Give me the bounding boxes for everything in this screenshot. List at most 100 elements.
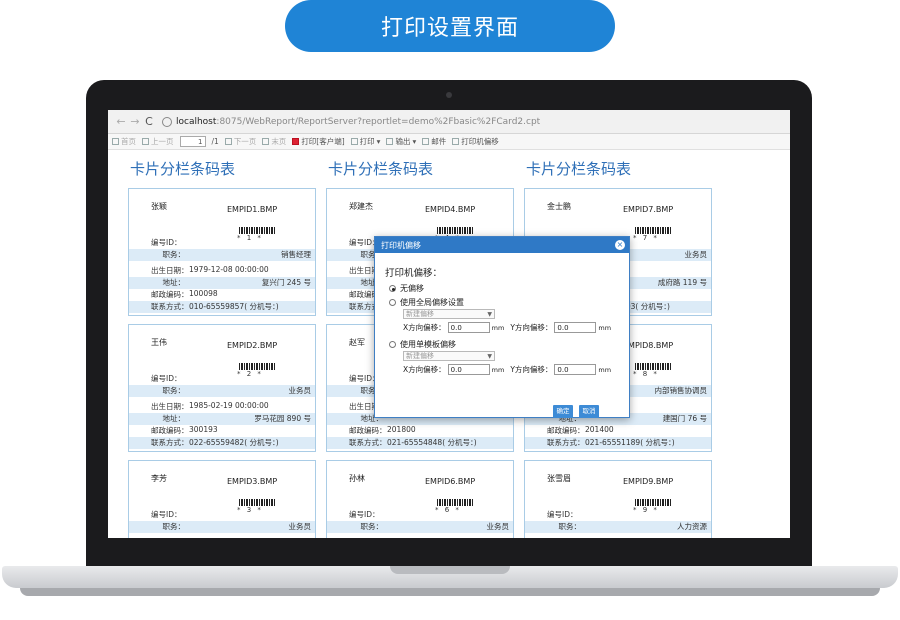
radio-global-offset[interactable] — [389, 299, 396, 306]
card-name: 金士鹏 — [547, 202, 571, 211]
card-value: 1989-07-02 00:00:00 — [585, 537, 665, 538]
first-page-label: 首页 — [121, 137, 136, 146]
card-name: 张颖 — [151, 202, 167, 211]
radio-no-offset[interactable] — [389, 285, 396, 292]
global-y-offset-input[interactable]: 0.0 — [554, 322, 597, 333]
card-label: 出生日期： — [349, 537, 387, 538]
card-label: 职务： — [162, 522, 186, 531]
url-path: :8075/WebReport/ReportServer?reportlet=d… — [216, 116, 541, 127]
single-offset-select[interactable]: 新建偏移 ▼ — [403, 351, 495, 361]
report-toolbar: 首页 上一页 1 /1 下一页 末页 打印[客户端] 打印 ▾ 输出 ▾ 邮件 打印… — [108, 134, 790, 150]
option-global-offset[interactable]: 使用全局偏移设置 — [389, 297, 464, 308]
back-button[interactable]: ← — [114, 115, 128, 128]
first-page-button[interactable]: 首页 — [112, 136, 136, 147]
card-label: 地址： — [162, 414, 186, 423]
print-button[interactable]: 打印 ▾ — [350, 136, 380, 147]
card-value: 021-65551189( 分机号：) — [585, 438, 675, 447]
card-label: 职务： — [360, 522, 384, 531]
card-value: 021-65554848( 分机号：) — [387, 438, 477, 447]
card-row-contact: 联系方式： 022-65559482( 分机号：) — [129, 437, 315, 449]
card-label: 联系方式： — [151, 302, 189, 311]
card-label: 邮政编码： — [547, 426, 585, 435]
x-offset-unit: mm — [491, 323, 505, 332]
camera-dot — [446, 92, 452, 98]
mail-label: 邮件 — [431, 137, 447, 146]
global-offset-select-value: 新建偏移 — [406, 310, 434, 318]
card-row-birth: 出生日期：1983-08-30 00:00:00 — [129, 537, 315, 538]
card-value: 罗马花园 890 号 — [254, 414, 311, 423]
ok-button[interactable]: 确定 — [553, 405, 573, 418]
y-offset-label: Y方向偏移： — [510, 365, 553, 374]
card-name: 张雪眉 — [547, 474, 571, 483]
card-value: 1983-08-30 00:00:00 — [189, 537, 269, 538]
card-row-zip: 邮政编码： 201400 — [525, 425, 711, 437]
card-row-addr: 地址： 复兴门 245 号 — [129, 277, 315, 289]
single-y-offset-input[interactable]: 0.0 — [554, 364, 597, 375]
card-label: 编号ID： — [349, 510, 380, 519]
card-label: 邮政编码： — [349, 426, 387, 435]
pdf-icon — [292, 138, 300, 145]
card-label: 出生日期： — [151, 402, 189, 411]
mail-button[interactable]: 邮件 — [422, 136, 446, 147]
next-page-button[interactable]: 下一页 — [224, 136, 256, 147]
single-offset-select-value: 新建偏移 — [406, 352, 434, 360]
last-page-button[interactable]: 末页 — [262, 136, 286, 147]
card-value: 1985-02-19 00:00:00 — [189, 401, 269, 410]
card-value: 成府路 119 号 — [657, 278, 707, 287]
card-label: 职务： — [558, 522, 582, 531]
card-name: 王伟 — [151, 338, 167, 347]
laptop-bottom — [20, 588, 880, 596]
card-value: 业务员 — [684, 250, 708, 259]
barcode-icon — [635, 227, 671, 234]
printer-offset-button[interactable]: 打印机偏移 — [452, 136, 499, 147]
card-row-addr: 地址： 罗马花园 890 号 — [129, 413, 315, 425]
radio-single-offset[interactable] — [389, 341, 396, 348]
forward-button[interactable]: → — [128, 115, 142, 128]
card-empid: EMPID9.BMP — [623, 477, 674, 486]
card-value: 010-65559857( 分机号：) — [189, 302, 279, 311]
export-label: 输出 — [395, 137, 411, 146]
card-label: 职务： — [162, 386, 186, 395]
global-x-offset-input[interactable]: 0.0 — [447, 322, 490, 333]
card-name: 赵军 — [349, 338, 365, 347]
reload-button[interactable]: C — [142, 115, 156, 128]
barcode-icon — [635, 499, 671, 506]
card-row-job: 职务： 业务员 — [129, 521, 315, 533]
card-name: 李芳 — [151, 474, 167, 483]
card-label: 职务： — [162, 250, 186, 259]
global-offset-select[interactable]: 新建偏移 ▼ — [403, 309, 495, 319]
card-value: 100098 — [189, 289, 218, 298]
card-label: 联系方式： — [349, 438, 387, 447]
card-empid: EMPID6.BMP — [425, 477, 476, 486]
barcode-icon — [437, 499, 473, 506]
barcode-icon — [239, 499, 275, 506]
y-offset-unit: mm — [598, 323, 612, 332]
card-row-job: 职务： 人力资源 — [525, 521, 711, 533]
card-empid: EMPID2.BMP — [227, 341, 278, 350]
prev-page-icon — [142, 138, 149, 145]
page-info-icon[interactable] — [162, 116, 172, 127]
card-value: 业务员 — [288, 522, 312, 531]
option-no-offset[interactable]: 无偏移 — [389, 283, 424, 294]
card-row-contact: 联系方式： 010-65559857( 分机号：) — [129, 301, 315, 313]
barcode-icon — [239, 227, 275, 234]
single-x-offset-input[interactable]: 0.0 — [447, 364, 490, 375]
card-label: 出生日期： — [151, 266, 189, 275]
card-value: 1986-07-02 00:00:00 — [387, 537, 467, 538]
card-row-zip: 邮政编码： 201800 — [327, 425, 513, 437]
card-value: 022-65559482( 分机号：) — [189, 438, 279, 447]
chevron-down-icon: ▼ — [487, 353, 492, 360]
offset-icon — [452, 138, 460, 145]
cancel-button[interactable]: 取消 — [579, 405, 599, 418]
dialog-title: 打印机偏移 — [381, 240, 421, 250]
card-empid: EMPID4.BMP — [425, 205, 476, 214]
print-label: 打印 — [359, 137, 375, 146]
option-single-offset[interactable]: 使用单模板偏移 — [389, 339, 456, 350]
prev-page-button[interactable]: 上一页 — [142, 136, 174, 147]
print-client-button[interactable]: 打印[客户端] — [292, 136, 345, 147]
page-number-input[interactable]: 1 — [179, 136, 206, 147]
export-icon — [386, 138, 394, 145]
close-icon[interactable]: × — [615, 240, 625, 250]
url-field[interactable]: localhost:8075/WebReport/ReportServer?re… — [176, 117, 540, 127]
export-button[interactable]: 输出 ▾ — [386, 136, 416, 147]
